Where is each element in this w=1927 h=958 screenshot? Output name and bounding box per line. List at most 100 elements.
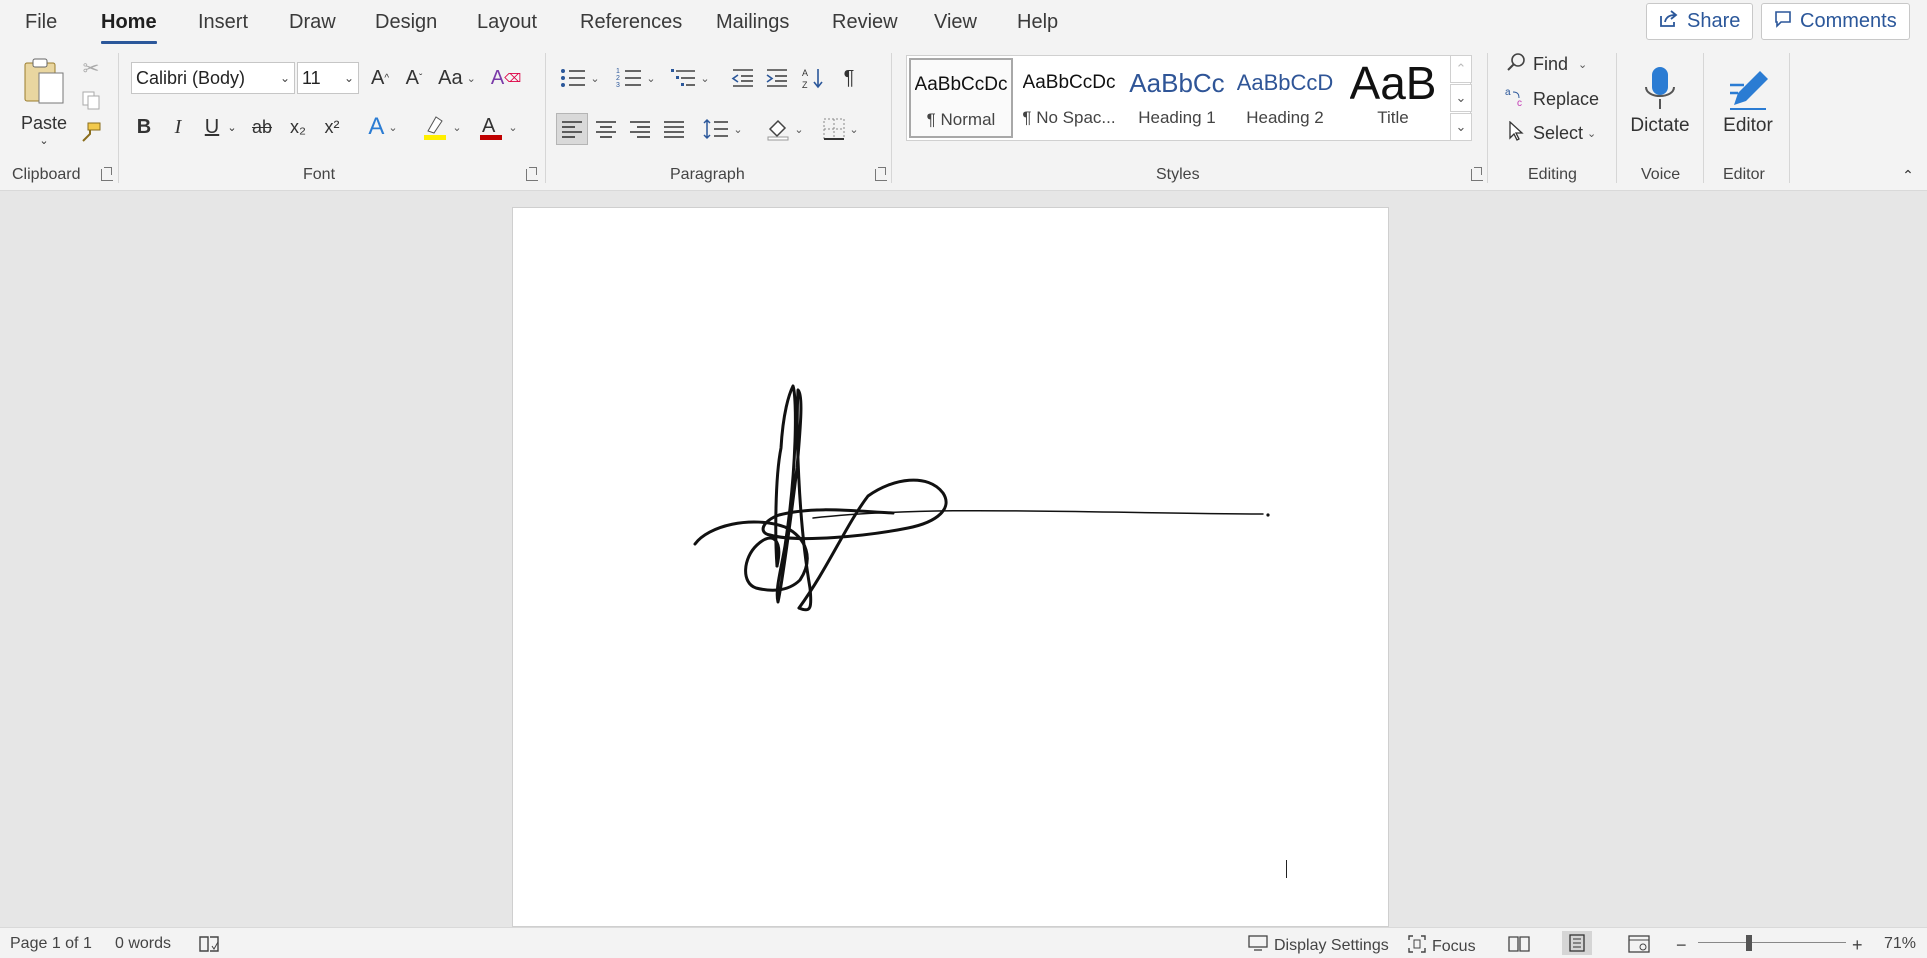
change-case-button[interactable]: Aa ⌄: [435, 63, 479, 93]
styles-launcher-icon[interactable]: [1471, 167, 1483, 181]
tab-design[interactable]: Design: [375, 11, 437, 34]
shrink-font-icon[interactable]: Aˇ: [399, 63, 429, 93]
clipboard-launcher-icon[interactable]: [101, 167, 113, 181]
style-name: ¶ No Spac...: [1022, 108, 1116, 127]
share-button[interactable]: Share: [1646, 3, 1754, 40]
display-settings-label: Display Settings: [1274, 936, 1389, 954]
format-painter-icon[interactable]: [78, 119, 104, 145]
page-count[interactable]: Page 1 of 1: [10, 935, 92, 953]
style-heading-1[interactable]: AaBbCc Heading 1: [1125, 58, 1229, 138]
cut-icon[interactable]: ✂: [78, 55, 104, 81]
tab-file[interactable]: File: [25, 11, 57, 34]
monitor-icon: [1248, 935, 1268, 956]
paste-button[interactable]: Paste ⌄: [14, 51, 74, 151]
font-family-select[interactable]: Calibri (Body) ⌄: [131, 62, 295, 94]
microphone-icon: [1645, 67, 1675, 109]
word-count[interactable]: 0 words: [115, 935, 171, 953]
style-heading-2[interactable]: AaBbCcD Heading 2: [1233, 58, 1337, 138]
font-color-button[interactable]: A ⌄: [475, 112, 521, 142]
align-left-icon[interactable]: [556, 113, 588, 145]
display-settings-button[interactable]: Display Settings: [1248, 935, 1389, 956]
tab-help[interactable]: Help: [1017, 11, 1058, 34]
shading-button[interactable]: ⌄: [762, 113, 808, 145]
search-icon: [1505, 52, 1527, 77]
editing-group-label: Editing: [1528, 166, 1577, 183]
borders-button[interactable]: ⌄: [818, 113, 864, 145]
cursor-arrow-icon: [1505, 120, 1527, 146]
justify-icon[interactable]: [658, 113, 690, 145]
style-title[interactable]: AaB Title: [1341, 58, 1445, 138]
show-formatting-marks-button[interactable]: ¶: [834, 63, 864, 93]
font-launcher-icon[interactable]: [526, 167, 538, 181]
editor-button[interactable]: Editor: [1708, 51, 1788, 151]
line-spacing-button[interactable]: ⌄: [698, 113, 748, 145]
proofing-book-icon[interactable]: [198, 935, 220, 953]
zoom-in-icon[interactable]: +: [1852, 935, 1863, 956]
style-preview: AaBbCcDc: [1022, 72, 1116, 93]
share-icon: [1659, 10, 1679, 33]
print-layout-icon[interactable]: [1562, 931, 1592, 955]
text-effects-icon[interactable]: A ⌄: [363, 112, 403, 142]
bold-button[interactable]: B: [131, 112, 157, 142]
svg-text:A: A: [802, 68, 808, 78]
gallery-more-icon[interactable]: ⌄: [1450, 113, 1472, 141]
tab-view[interactable]: View: [934, 11, 977, 34]
collapse-ribbon-icon[interactable]: ⌃: [1896, 165, 1920, 185]
paragraph-launcher-icon[interactable]: [875, 167, 887, 181]
highlight-color-button[interactable]: ⌄: [419, 112, 465, 142]
find-label: Find: [1533, 53, 1569, 74]
superscript-button[interactable]: x²: [317, 112, 347, 142]
underline-dropdown-icon[interactable]: ⌄: [225, 112, 239, 142]
strikethrough-button[interactable]: ab: [247, 112, 277, 142]
subscript-button[interactable]: x₂: [283, 112, 313, 142]
gallery-scroll-down-icon[interactable]: ⌄: [1450, 84, 1472, 112]
replace-button[interactable]: ac Replace: [1505, 85, 1599, 113]
dictate-button[interactable]: Dictate: [1620, 51, 1700, 151]
tab-mailings[interactable]: Mailings: [716, 11, 789, 34]
increase-indent-icon[interactable]: [762, 63, 792, 93]
zoom-slider-thumb[interactable]: [1746, 935, 1752, 951]
editor-pen-icon: [1730, 71, 1768, 110]
sort-icon[interactable]: AZ: [798, 63, 828, 93]
style-name: Heading 2: [1246, 108, 1324, 127]
document-page[interactable]: [512, 207, 1389, 927]
comments-button[interactable]: Comments: [1761, 3, 1910, 40]
tab-layout[interactable]: Layout: [477, 11, 537, 34]
style-name: ¶ Normal: [926, 110, 996, 129]
style-preview: AaBbCcDc: [914, 74, 1008, 95]
font-group: Calibri (Body) ⌄ 11 ⌄ A ^ Aˇ Aa ⌄ A ⌫ B I U…: [119, 45, 545, 191]
web-layout-icon[interactable]: [1628, 935, 1650, 953]
style-preview: AaB: [1349, 58, 1437, 108]
italic-button[interactable]: I: [165, 112, 191, 142]
tab-review[interactable]: Review: [832, 11, 898, 34]
zoom-slider-track[interactable]: [1698, 942, 1846, 943]
tab-references[interactable]: References: [580, 11, 682, 34]
tab-insert[interactable]: Insert: [198, 11, 248, 34]
numbering-button[interactable]: 1 2 3 ⌄: [612, 63, 660, 93]
share-label: Share: [1687, 10, 1741, 32]
copy-icon[interactable]: [78, 87, 104, 113]
find-button[interactable]: Find ⌄: [1505, 50, 1587, 78]
font-size-select[interactable]: 11 ⌄: [297, 62, 359, 94]
bullets-button[interactable]: ⌄: [556, 63, 604, 93]
style-normal[interactable]: AaBbCcDc ¶ Normal: [909, 58, 1013, 138]
underline-button[interactable]: U: [199, 112, 225, 142]
select-button[interactable]: Select ⌄: [1505, 119, 1596, 147]
zoom-level[interactable]: 71%: [1884, 935, 1916, 953]
align-right-icon[interactable]: [624, 113, 656, 145]
grow-font-icon[interactable]: A ^: [365, 63, 395, 93]
tab-home[interactable]: Home: [101, 11, 157, 44]
gallery-scroll-up-icon[interactable]: ⌃: [1450, 55, 1472, 83]
tab-draw[interactable]: Draw: [289, 11, 336, 34]
focus-button[interactable]: Focus: [1408, 935, 1476, 958]
clear-formatting-icon[interactable]: A ⌫: [491, 63, 521, 93]
align-center-icon[interactable]: [590, 113, 622, 145]
zoom-out-icon[interactable]: −: [1676, 935, 1687, 956]
styles-group-label: Styles: [1156, 166, 1200, 183]
paste-dropdown-icon[interactable]: ⌄: [39, 134, 48, 147]
document-canvas[interactable]: [0, 191, 1927, 927]
decrease-indent-icon[interactable]: [728, 63, 758, 93]
style-no-spacing[interactable]: AaBbCcDc ¶ No Spac...: [1017, 58, 1121, 138]
read-mode-icon[interactable]: [1508, 935, 1530, 953]
multilevel-list-button[interactable]: ⌄: [666, 63, 714, 93]
